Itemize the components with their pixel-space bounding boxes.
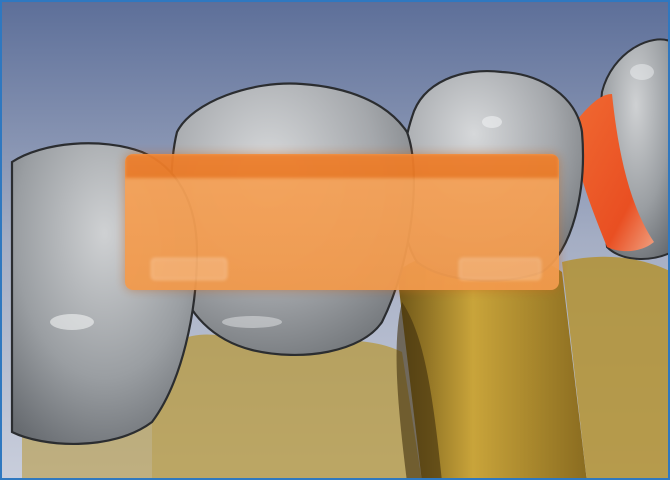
specular-highlight	[50, 314, 94, 330]
specular-highlight	[482, 116, 502, 128]
viewport-frame	[0, 0, 670, 480]
dialog-message	[139, 186, 543, 246]
dialog-confirm-button[interactable]	[459, 258, 541, 280]
gingiva-mid	[152, 334, 422, 478]
dialog-button-row	[125, 258, 559, 282]
specular-highlight	[630, 64, 654, 80]
notification-dialog	[125, 154, 559, 290]
specular-highlight	[222, 316, 282, 328]
dialog-title	[125, 154, 559, 178]
dialog-cancel-button[interactable]	[151, 258, 227, 280]
